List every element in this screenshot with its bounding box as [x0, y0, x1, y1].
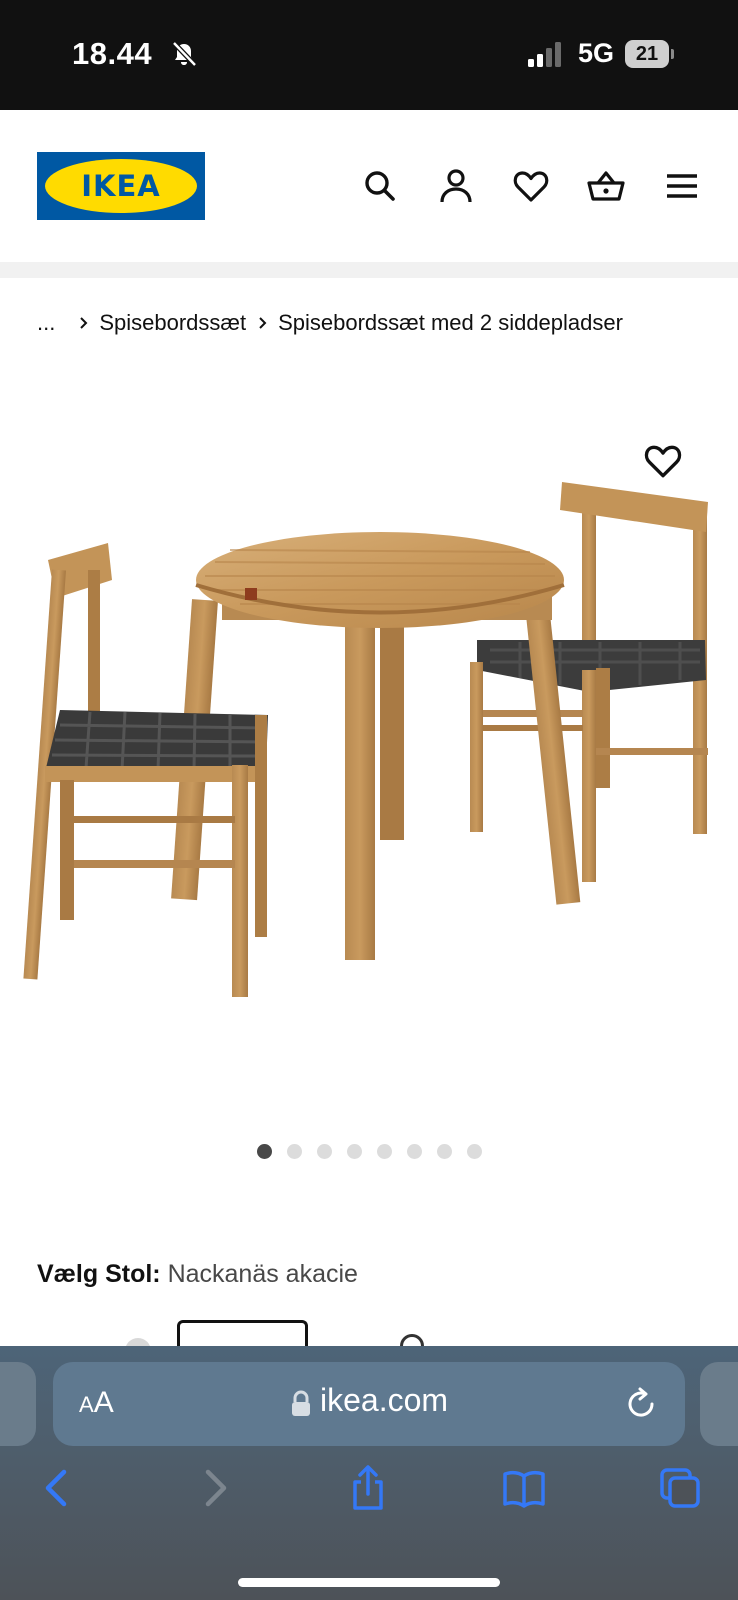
profile-icon[interactable] — [436, 166, 476, 206]
carousel-dot[interactable] — [256, 1144, 272, 1159]
variant-swatch-row — [0, 1318, 738, 1346]
tabs-icon[interactable] — [658, 1464, 702, 1512]
carousel-dot[interactable] — [376, 1144, 392, 1159]
heart-icon[interactable] — [511, 166, 551, 206]
site-header: IKEA — [0, 110, 738, 262]
search-icon[interactable] — [360, 166, 400, 206]
next-tab-peek[interactable] — [700, 1362, 738, 1446]
shopping-bag-icon[interactable] — [586, 166, 626, 206]
carousel-dot[interactable] — [436, 1144, 452, 1159]
chevron-right-icon — [259, 317, 267, 329]
logo-text: IKEA — [81, 169, 161, 203]
back-icon[interactable] — [36, 1464, 80, 1512]
share-icon[interactable] — [346, 1464, 390, 1512]
product-image[interactable] — [0, 380, 738, 1100]
lock-icon — [292, 1390, 310, 1416]
variant-value: Nackanäs akacie — [167, 1260, 358, 1288]
cellular-signal-icon — [528, 42, 561, 67]
variant-label: Vælg Stol: — [37, 1260, 161, 1288]
network-type: 5G — [578, 38, 615, 68]
status-time: 18.44 — [72, 36, 153, 71]
bell-muted-icon — [172, 41, 197, 67]
previous-tab-peek[interactable] — [0, 1362, 36, 1446]
battery-indicator: 21 — [625, 40, 674, 68]
variant-swatch[interactable] — [125, 1338, 151, 1346]
battery-level: 21 — [625, 40, 669, 68]
home-indicator — [238, 1578, 500, 1587]
variant-swatch-selected[interactable] — [177, 1320, 308, 1346]
carousel-dot[interactable] — [286, 1144, 302, 1159]
forward-icon[interactable] — [192, 1464, 236, 1512]
text-size-large-a: A — [93, 1386, 114, 1419]
breadcrumb-link-spisebordssaet[interactable]: Spisebordssæt — [99, 310, 246, 336]
variant-swatch[interactable] — [400, 1334, 424, 1346]
header-divider — [0, 262, 738, 278]
status-bar: 18.44 5G 21 — [0, 0, 738, 110]
menu-icon[interactable] — [662, 166, 702, 206]
carousel-dot[interactable] — [406, 1144, 422, 1159]
bookmarks-icon[interactable] — [502, 1464, 546, 1512]
carousel-dot[interactable] — [346, 1144, 362, 1159]
reload-icon[interactable] — [623, 1386, 659, 1422]
carousel-dot[interactable] — [316, 1144, 332, 1159]
breadcrumb-ellipsis[interactable]: ... — [37, 310, 55, 336]
breadcrumb: ... Spisebordssæt Spisebordssæt med 2 si… — [37, 308, 623, 338]
image-carousel-dots — [0, 1144, 738, 1159]
carousel-dot[interactable] — [466, 1144, 482, 1159]
url-text[interactable]: ikea.com — [320, 1382, 448, 1419]
address-bar[interactable]: AA ikea.com — [53, 1362, 685, 1446]
text-size-button[interactable]: AA — [79, 1386, 114, 1420]
right-chair — [470, 482, 708, 882]
variant-selector: Vælg Stol: Nackanäs akacie — [37, 1260, 358, 1289]
save-to-favourites-heart-icon[interactable] — [642, 440, 684, 482]
text-size-small-a: A — [79, 1392, 94, 1417]
battery-tip — [671, 49, 674, 59]
browser-toolbar: AA ikea.com — [0, 1346, 738, 1600]
breadcrumb-link-2-siddepladser[interactable]: Spisebordssæt med 2 siddepladser — [278, 310, 623, 336]
chevron-right-icon — [80, 317, 88, 329]
ikea-logo[interactable]: IKEA — [37, 152, 205, 220]
